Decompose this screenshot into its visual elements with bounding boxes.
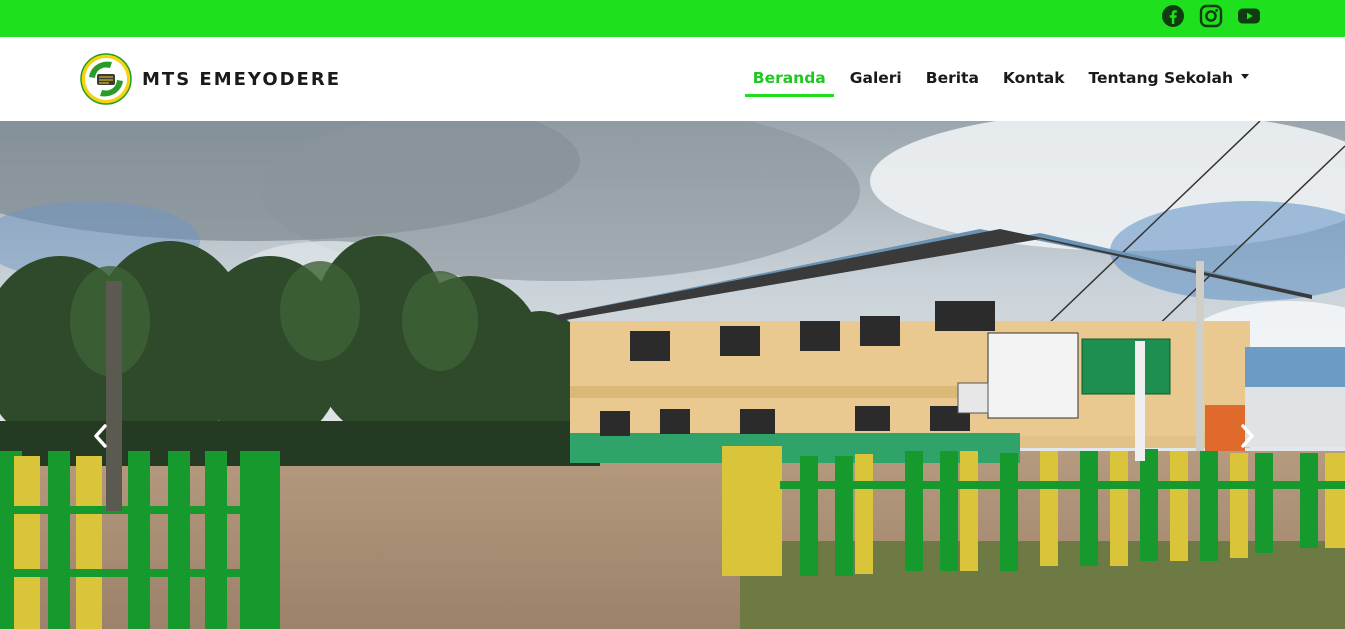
- chevron-right-icon: [1241, 424, 1254, 448]
- nav-kontak[interactable]: Kontak: [995, 61, 1073, 97]
- nav-galeri[interactable]: Galeri: [842, 61, 910, 97]
- chevron-left-icon: [94, 424, 107, 448]
- social-links: [1161, 4, 1261, 30]
- school-logo: [80, 53, 132, 105]
- youtube-icon[interactable]: [1237, 4, 1261, 28]
- nav-beranda-label: Beranda: [752, 69, 826, 87]
- nav-kontak-label: Kontak: [1002, 69, 1065, 87]
- instagram-icon[interactable]: [1199, 4, 1223, 28]
- facebook-icon[interactable]: [1161, 4, 1185, 28]
- main-menu: Beranda Galeri Berita Kontak Tentang Sek…: [737, 61, 1257, 97]
- hero-image: [0, 121, 1345, 629]
- carousel-prev-button[interactable]: [90, 421, 112, 451]
- hero-carousel[interactable]: [0, 121, 1345, 629]
- caret-down-icon: [1241, 74, 1249, 79]
- nav-berita-label: Berita: [925, 69, 979, 87]
- nav-tentang-sekolah-label: Tentang Sekolah: [1088, 69, 1233, 87]
- nav-galeri-label: Galeri: [849, 69, 902, 87]
- nav-beranda[interactable]: Beranda: [744, 61, 834, 97]
- nav-tentang-sekolah-dropdown[interactable]: Tentang Sekolah: [1081, 61, 1257, 97]
- carousel-next-button[interactable]: [1236, 421, 1258, 451]
- top-bar: [0, 0, 1345, 37]
- navbar: MTS EMEYODERE Beranda Galeri Berita Kont…: [0, 37, 1345, 121]
- brand-link[interactable]: MTS EMEYODERE: [80, 53, 341, 105]
- nav-berita[interactable]: Berita: [918, 61, 987, 97]
- brand-name: MTS EMEYODERE: [142, 68, 342, 90]
